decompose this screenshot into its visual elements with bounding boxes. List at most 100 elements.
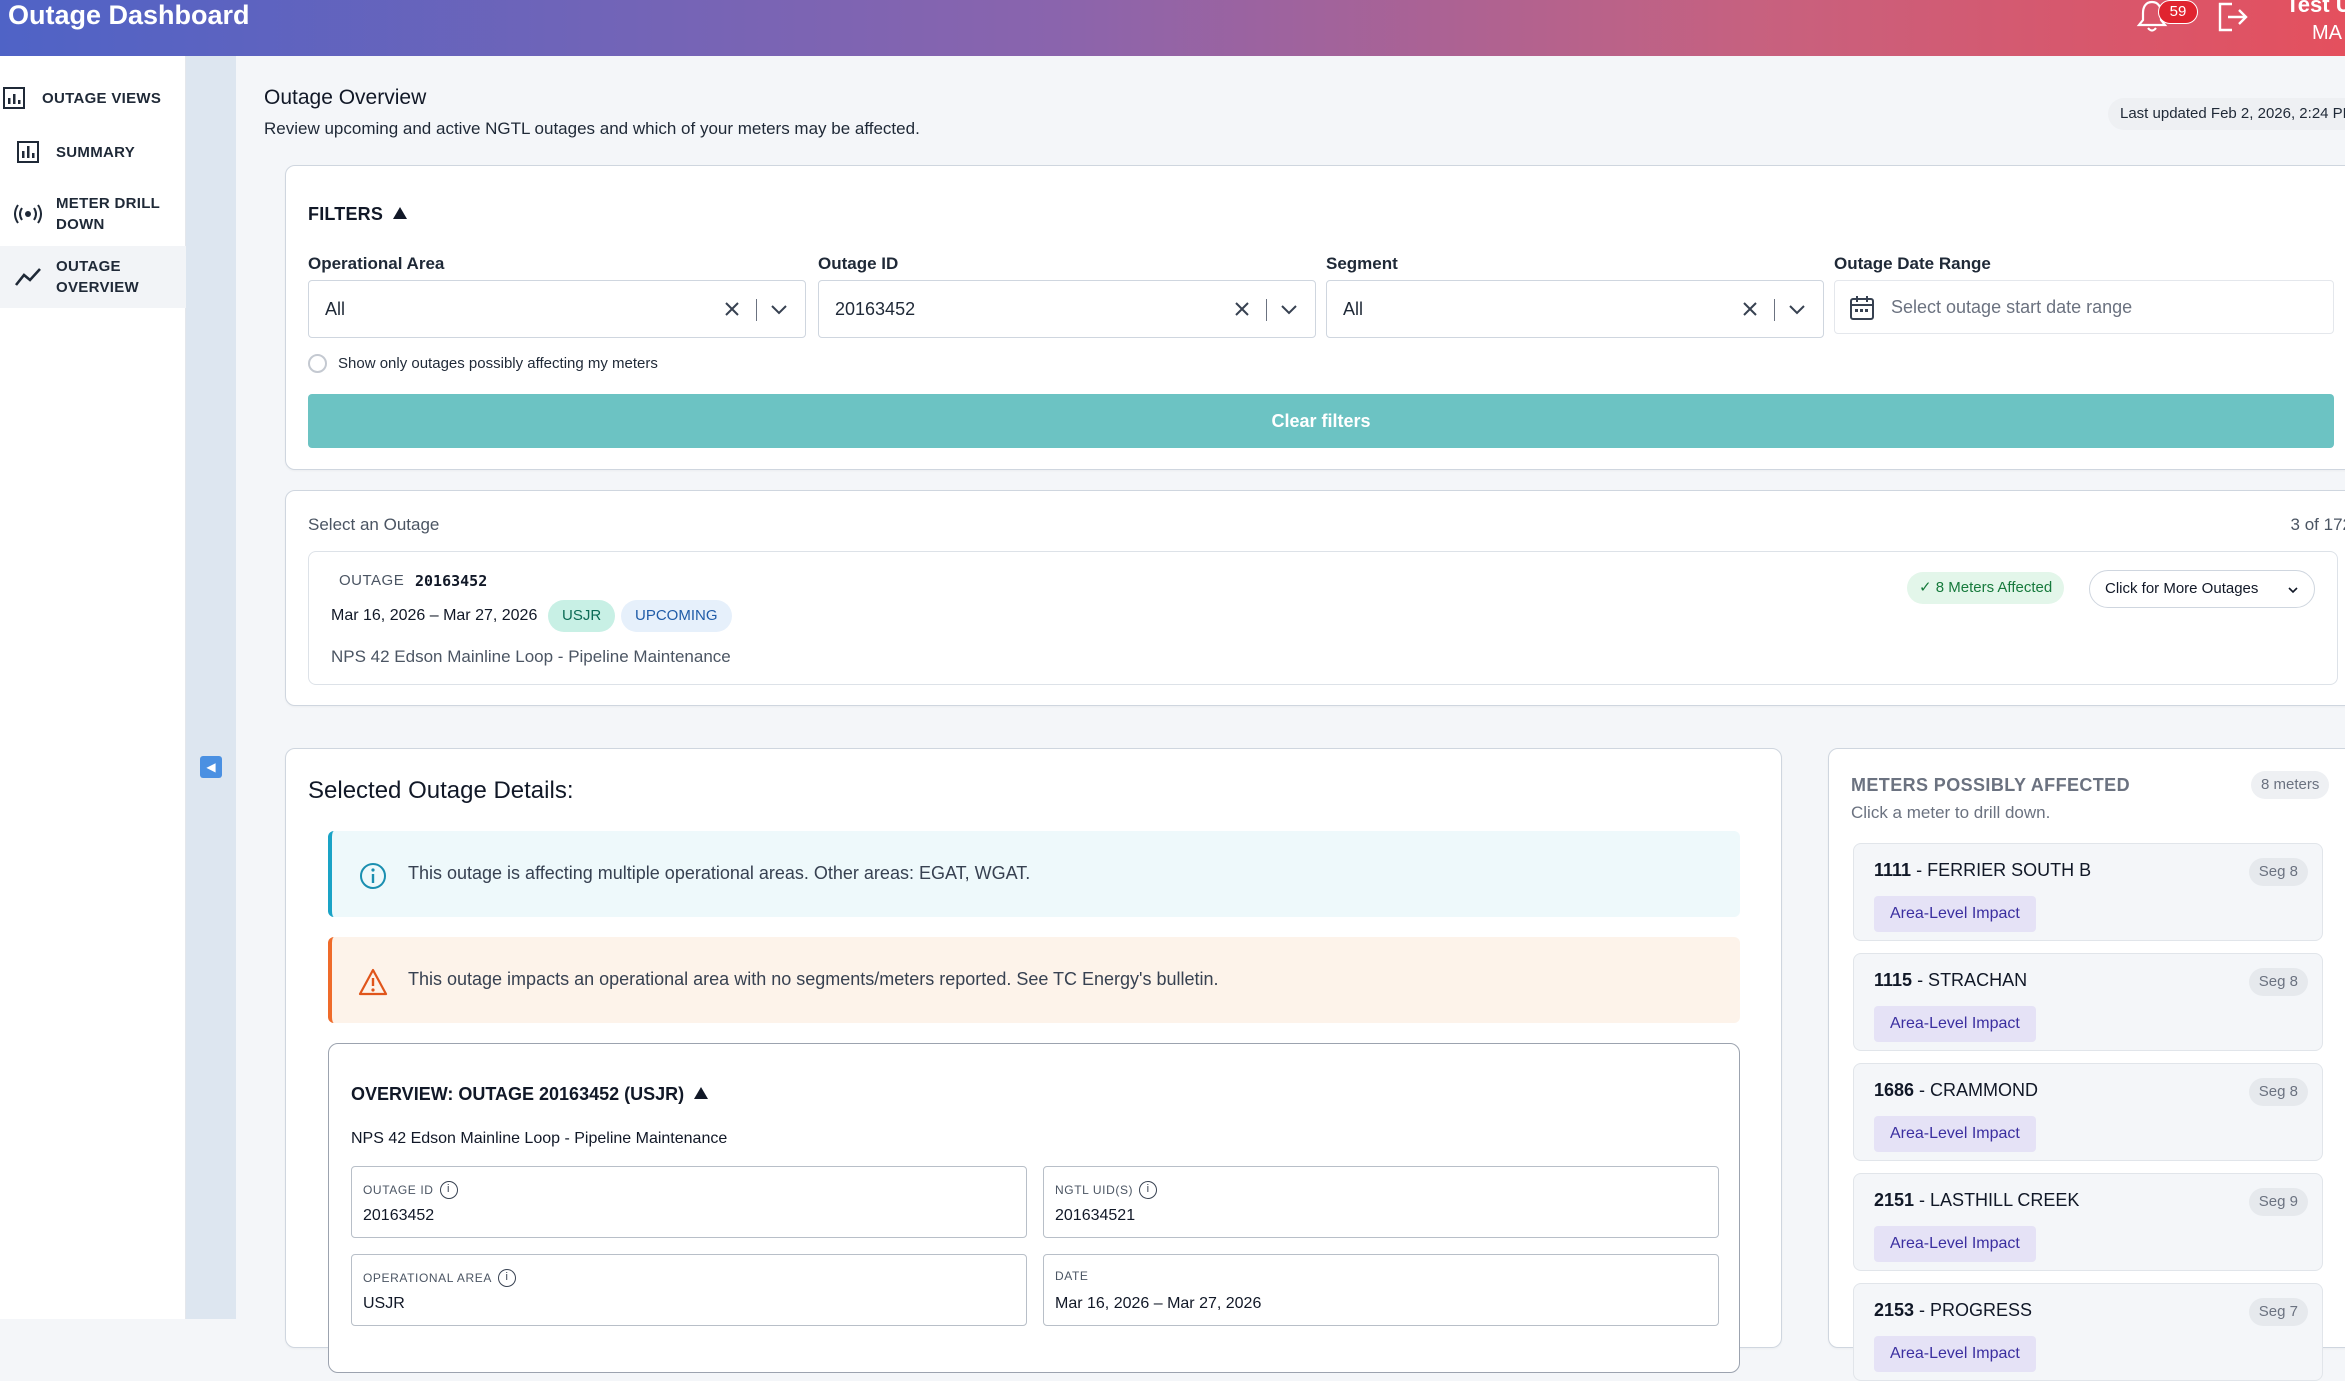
outage-id-select[interactable]: 20163452 — [818, 280, 1316, 338]
divider — [1266, 299, 1267, 321]
broadcast-icon — [14, 200, 42, 228]
meter-item[interactable]: 1115 - STRACHAN Seg 8 Area-Level Impact — [1853, 953, 2323, 1051]
field-label: NGTL UID(S) — [1055, 1183, 1134, 1197]
meter-id: 1686 — [1874, 1080, 1915, 1100]
sidebar-item-meter-drill-down[interactable]: METER DRILL DOWN — [0, 184, 186, 244]
selector-count: 3 of 172 — [2290, 515, 2345, 534]
operational-area-label: Operational Area — [308, 254, 445, 273]
info-icon[interactable]: i — [1139, 1181, 1158, 1199]
user-role: MA — [2312, 22, 2342, 44]
meters-count-badge: 8 meters — [2251, 771, 2330, 799]
info-icon[interactable]: i — [439, 1181, 458, 1199]
chevron-down-icon — [2288, 587, 2298, 594]
operational-area-value: All — [325, 299, 346, 319]
segment-badge: Seg 9 — [2248, 1188, 2308, 1216]
affecting-meters-toggle[interactable]: Show only outages possibly affecting my … — [308, 354, 658, 373]
user-name[interactable]: Test U — [2286, 0, 2345, 18]
meter-item[interactable]: 2153 - PROGRESS Seg 7 Area-Level Impact — [1853, 1283, 2323, 1381]
checkbox[interactable] — [308, 354, 327, 373]
more-outages-button[interactable]: Click for More Outages — [2089, 570, 2315, 608]
warning-icon — [358, 968, 388, 996]
operational-area-field: OPERATIONAL AREA i USJR — [351, 1254, 1027, 1326]
chevron-down-icon[interactable] — [1785, 297, 1809, 321]
clear-icon[interactable] — [1739, 295, 1761, 323]
page-title: Outage Overview — [264, 86, 427, 109]
app-header: Outage Dashboard 59 Test U MA — [0, 0, 2345, 56]
clear-filters-button[interactable]: Clear filters — [308, 394, 2334, 448]
meter-name: - LASTHILL CREEK — [1914, 1190, 2080, 1210]
overview-section: OVERVIEW: OUTAGE 20163452 (USJR) NPS 42 … — [328, 1043, 1740, 1373]
meters-affected-badge: ✓ 8 Meters Affected — [1907, 572, 2065, 604]
clear-icon[interactable] — [1231, 295, 1253, 323]
divider — [1774, 299, 1775, 321]
field-value: USJR — [363, 1295, 405, 1312]
logout-icon[interactable] — [2214, 0, 2250, 34]
sidebar-item-label: SUMMARY — [56, 143, 136, 161]
meter-id: 1115 — [1874, 970, 1913, 990]
overview-toggle[interactable]: OVERVIEW: OUTAGE 20163452 (USJR) — [351, 1084, 709, 1105]
chevron-down-icon[interactable] — [1277, 297, 1301, 321]
info-icon — [360, 863, 386, 889]
meter-item[interactable]: 2151 - LASTHILL CREEK Seg 9 Area-Level I… — [1853, 1173, 2323, 1271]
filters-toggle[interactable]: FILTERS — [308, 204, 408, 225]
bar-chart-icon — [14, 138, 42, 166]
chevron-down-icon[interactable] — [767, 297, 791, 321]
outage-id-label: Outage ID — [818, 254, 899, 273]
date-range-label: Outage Date Range — [1834, 254, 1991, 273]
field-value: Mar 16, 2026 – Mar 27, 2026 — [1055, 1295, 1262, 1312]
date-range-input[interactable]: Select outage start date range — [1834, 280, 2334, 334]
segment-badge: Seg 7 — [2248, 1298, 2308, 1326]
sidebar-item-outage-views[interactable]: OUTAGE VIEWS — [0, 78, 186, 118]
info-alert-text: This outage is affecting multiple operat… — [408, 863, 1031, 883]
meter-item[interactable]: 1686 - CRAMMOND Seg 8 Area-Level Impact — [1853, 1063, 2323, 1161]
area-badge: USJR — [548, 600, 616, 632]
last-updated-badge: Last updated Feb 2, 2026, 2:24 PM — [2108, 98, 2345, 130]
warning-alert: This outage impacts an operational area … — [328, 937, 1740, 1023]
sidebar-item-outage-overview[interactable]: OUTAGE OVERVIEW — [0, 246, 186, 308]
segment-badge: Seg 8 — [2248, 858, 2308, 886]
divider — [756, 299, 757, 321]
chart-icon — [0, 84, 28, 112]
clear-icon[interactable] — [721, 295, 743, 323]
meter-name: - PROGRESS — [1914, 1300, 2033, 1320]
field-label: OPERATIONAL AREA — [363, 1271, 492, 1285]
operational-area-select[interactable]: All — [308, 280, 806, 338]
meter-item[interactable]: 1111 - FERRIER SOUTH B Seg 8 Area-Level … — [1853, 843, 2323, 941]
outage-id-value: 20163452 — [835, 299, 916, 319]
meters-subtitle: Click a meter to drill down. — [1851, 803, 2051, 822]
sidebar: OUTAGE VIEWS SUMMARY METER DRILL DOWN OU… — [0, 56, 186, 1319]
field-label: DATE — [1055, 1269, 1089, 1283]
meter-id: 2153 — [1874, 1300, 1915, 1320]
outage-selector: Select an Outage 3 of 172 OUTAGE 2016345… — [285, 490, 2345, 706]
more-outages-label: Click for More Outages — [2105, 580, 2259, 597]
warning-alert-text: This outage impacts an operational area … — [408, 969, 1219, 989]
selected-outage-item[interactable]: OUTAGE 20163452 Mar 16, 2026 – Mar 27, 2… — [308, 551, 2338, 685]
date-field: DATE Mar 16, 2026 – Mar 27, 2026 — [1043, 1254, 1719, 1326]
meters-panel: METERS POSSIBLY AFFECTED 8 meters Click … — [1828, 748, 2345, 1381]
app-title: Outage Dashboard — [8, 0, 250, 30]
sidebar-item-label: OUTAGE OVERVIEW — [56, 258, 139, 296]
impact-badge: Area-Level Impact — [1874, 1226, 2036, 1262]
calendar-icon — [1850, 296, 1874, 320]
outage-description: NPS 42 Edson Mainline Loop - Pipeline Ma… — [331, 647, 731, 666]
page-subtitle: Review upcoming and active NGTL outages … — [264, 119, 920, 138]
details-title: Selected Outage Details: — [308, 777, 574, 804]
segment-select[interactable]: All — [1326, 280, 1824, 338]
outage-id-field: OUTAGE ID i 20163452 — [351, 1166, 1027, 1238]
ngtl-uid-field: NGTL UID(S) i 201634521 — [1043, 1166, 1719, 1238]
collapse-sidebar-icon[interactable]: ◀ — [200, 756, 222, 778]
sidebar-item-summary[interactable]: SUMMARY — [0, 132, 186, 172]
status-badge: UPCOMING — [621, 600, 732, 632]
checkbox-label: Show only outages possibly affecting my … — [338, 355, 658, 372]
selector-label: Select an Outage — [308, 515, 440, 534]
overview-title: OVERVIEW: OUTAGE 20163452 (USJR) — [351, 1084, 685, 1104]
caret-up-icon — [393, 207, 408, 219]
outage-kicker: OUTAGE — [339, 572, 405, 589]
meter-id: 2151 — [1874, 1190, 1915, 1210]
caret-up-icon — [694, 1087, 709, 1099]
sidebar-rail — [186, 56, 236, 1319]
info-icon[interactable]: i — [497, 1269, 516, 1287]
meter-id: 1111 — [1874, 860, 1912, 880]
segment-badge: Seg 8 — [2248, 1078, 2308, 1106]
meter-name: - CRAMMOND — [1914, 1080, 2039, 1100]
